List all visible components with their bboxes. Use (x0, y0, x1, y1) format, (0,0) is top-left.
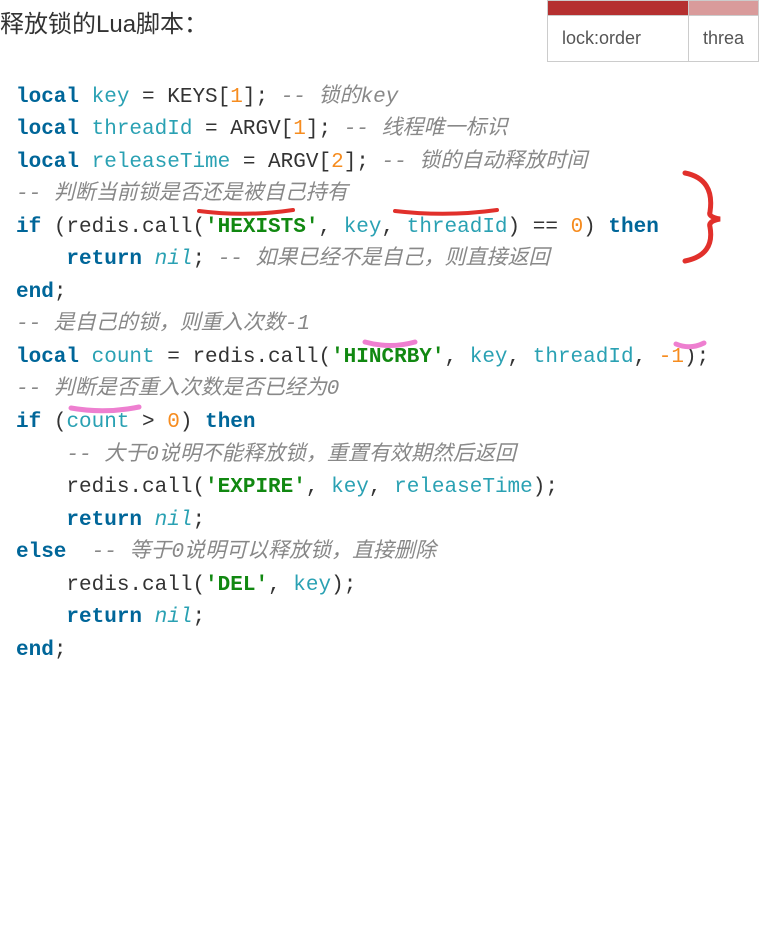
lua-code-block: local key = KEYS[1]; -- 锁的key local thre… (0, 49, 759, 928)
code-line: local key = KEYS[1]; -- 锁的key (16, 86, 398, 109)
code-line: -- 判断当前锁是否还是被自己持有 (16, 183, 348, 206)
code-line: return nil; (16, 606, 205, 629)
code-line: local threadId = ARGV[1]; -- 线程唯一标识 (16, 118, 508, 141)
code-line: if (count > 0) then (16, 411, 256, 434)
code-line: if (redis.call('HEXISTS', key, threadId)… (16, 216, 659, 239)
code-line: end; (16, 639, 66, 662)
code-line: redis.call('EXPIRE', key, releaseTime); (16, 476, 558, 499)
code-line: -- 判断是否重入次数是否已经为0 (16, 378, 339, 401)
code-line: else -- 等于0说明可以释放锁，直接删除 (16, 541, 436, 564)
annotation-red-brace-icon (680, 167, 730, 267)
code-line: local count = redis.call('HINCRBY', key,… (16, 346, 709, 369)
code-line: -- 是自己的锁，则重入次数-1 (16, 313, 310, 336)
code-line: redis.call('DEL', key); (16, 574, 356, 597)
code-line: -- 大于0说明不能释放锁，重置有效期然后返回 (16, 444, 516, 467)
code-line: end; (16, 281, 66, 304)
code-line: return nil; -- 如果已经不是自己，则直接返回 (16, 248, 550, 271)
code-line: return nil; (16, 509, 205, 532)
code-line: local releaseTime = ARGV[2]; -- 锁的自动释放时间 (16, 151, 587, 174)
